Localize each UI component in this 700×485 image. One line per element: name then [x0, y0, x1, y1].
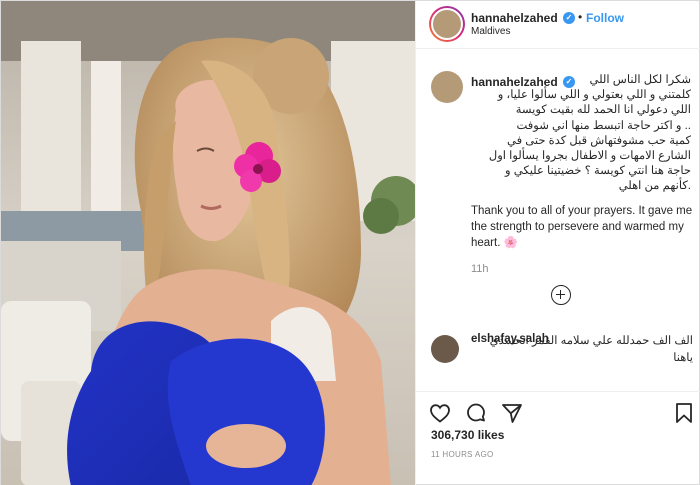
post-details-panel: hannahelzahed ✓ • Follow Maldives hannah…: [415, 1, 700, 485]
comments-section[interactable]: hannahelzahed ✓ شكرا لكل الناس اللي كلمت…: [416, 49, 700, 391]
post-header: hannahelzahed ✓ • Follow Maldives: [416, 1, 700, 49]
commenter-avatar[interactable]: [431, 335, 459, 363]
share-arrow-icon[interactable]: [500, 401, 524, 425]
bookmark-icon[interactable]: [672, 401, 696, 425]
caption-arabic-text: شكرا لكل الناس اللي كلمتني و اللي بعتولي…: [488, 74, 691, 193]
comment-text: الف الف حمدلله علي سلامه القمر اتحسدي يا…: [489, 335, 693, 364]
post-photo[interactable]: [1, 1, 415, 485]
instagram-post: hannahelzahed ✓ • Follow Maldives hannah…: [0, 0, 700, 485]
author-avatar[interactable]: [431, 8, 463, 40]
comment-bubble-icon[interactable]: [464, 401, 488, 425]
plus-circle-icon[interactable]: [551, 285, 571, 305]
posted-time[interactable]: 11 HOURS AGO: [431, 450, 494, 459]
heart-icon[interactable]: [428, 401, 452, 425]
separator-dot: •: [578, 10, 583, 24]
follow-button[interactable]: Follow: [586, 11, 624, 25]
caption-time[interactable]: 11h: [471, 263, 489, 275]
caption-author-avatar[interactable]: [431, 71, 463, 103]
author-username[interactable]: hannahelzahed: [471, 11, 558, 25]
location-link[interactable]: Maldives: [471, 26, 510, 37]
caption-english-text: Thank you to all of your prayers. It gav…: [471, 205, 693, 249]
action-bar: [416, 391, 700, 431]
verified-badge-icon: ✓: [563, 12, 575, 24]
likes-count[interactable]: 306,730 likes: [431, 428, 504, 442]
photo-illustration: [1, 1, 415, 485]
